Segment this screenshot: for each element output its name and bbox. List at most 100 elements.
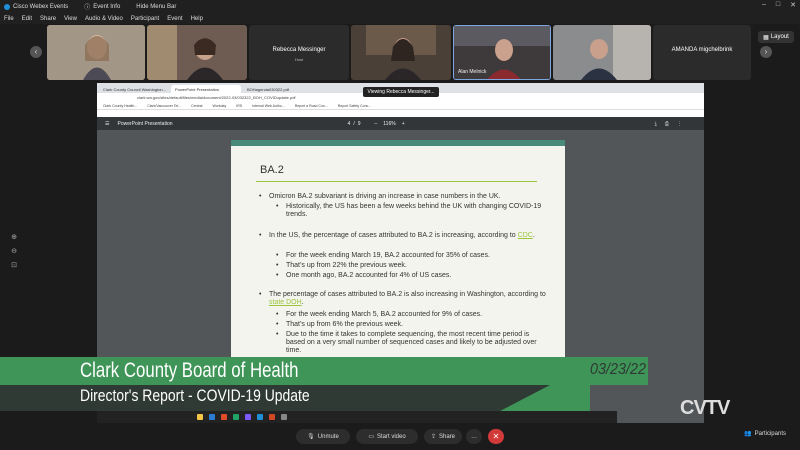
print-icon[interactable]: ⎙ [665, 121, 669, 127]
download-icon[interactable]: ⤓ [655, 121, 657, 127]
taskbar-app-icon [281, 414, 287, 420]
app-title: Cisco Webex Events [4, 3, 68, 10]
participant-video [553, 25, 651, 80]
menu-view[interactable]: View [64, 16, 77, 22]
video-tile[interactable] [147, 25, 247, 80]
state-doh-link[interactable]: state DOH [269, 299, 302, 306]
video-tile-active[interactable]: Alan Melnick [453, 25, 551, 80]
shared-taskbar [97, 411, 617, 423]
bookmark[interactable]: Clark County Health... [103, 104, 137, 108]
unmute-button[interactable]: 🎙 Unmute [296, 429, 350, 444]
lower-third-wedge [500, 385, 590, 411]
participants-button[interactable]: 👥 Participants [744, 430, 786, 438]
taskbar-app-icon [257, 414, 263, 420]
close-icon: ✕ [492, 432, 500, 441]
participants-label: Participants [754, 430, 786, 437]
menu-audio-video[interactable]: Audio & Video [85, 16, 123, 22]
window-controls: – □ ✕ [762, 1, 796, 9]
taskbar-app-icon [269, 414, 275, 420]
microphone-icon: 🎙 [307, 434, 315, 440]
page-count: 9 [357, 120, 361, 127]
taskbar-app-icon [209, 414, 215, 420]
lower-third-date: 03/23/22 [590, 361, 647, 378]
bullet: • Omicron BA.2 subvariant is driving an i… [259, 193, 501, 200]
sub-bullet: • That’s up from 6% the previous week. [276, 321, 403, 328]
share-icon: ⇪ [430, 434, 436, 440]
participant-name: Rebecca Messinger [272, 47, 326, 53]
browser-tab[interactable]: Clark County Council Washington... [99, 85, 169, 93]
more-icon: … [471, 433, 477, 440]
video-tile[interactable] [553, 25, 651, 80]
page-separator: / [353, 120, 355, 127]
bullet-text: In the US, the percentage of cases attri… [269, 232, 518, 239]
chevron-right-icon[interactable]: › [760, 46, 772, 58]
start-video-button[interactable]: ▭ Start video [356, 429, 418, 444]
lower-third: Clark County Board of Health Director's … [0, 357, 648, 411]
more-icon[interactable]: ⋮ [677, 121, 682, 127]
bookmark[interactable]: Internal Web Autho... [252, 104, 285, 108]
bookmark[interactable]: IRS [236, 104, 242, 108]
bookmarks-bar: Clark County Health... Clark/Vancouver T… [97, 102, 704, 110]
zoom-level[interactable]: 116% [383, 121, 395, 127]
share-button[interactable]: ⇪ Share [424, 429, 462, 444]
browser-tab-active[interactable]: PowerPoint Presentation [171, 85, 241, 93]
leave-button[interactable]: ✕ [488, 429, 504, 444]
menu-icon[interactable]: ☰ [105, 121, 109, 127]
bookmark[interactable]: Central [191, 104, 202, 108]
layout-label: Layout [770, 34, 789, 40]
camera-icon: ▭ [368, 434, 374, 440]
fit-icon[interactable]: ⊡ [11, 261, 17, 269]
bullet: • The percentage of cases attributed to B… [259, 291, 546, 306]
zoom-out-icon[interactable]: ⊖ [11, 247, 17, 255]
pdf-toolbar: ☰ PowerPoint Presentation 4 / 9 – 116% +… [97, 117, 704, 130]
sub-bullet: • Historically, the US has been a few wee… [276, 203, 542, 218]
page-number[interactable]: 4 [348, 121, 351, 127]
participant-strip: ‹ Rebecca Messinger Host Alan Melnick AM… [0, 24, 800, 82]
chevron-left-icon[interactable]: ‹ [30, 46, 42, 58]
hide-menu-bar-button[interactable]: Hide Menu Bar [136, 4, 176, 10]
more-options-button[interactable]: … [466, 429, 482, 444]
pdf-title: PowerPoint Presentation [117, 120, 173, 127]
bullet: • In the US, the percentage of cases attr… [259, 232, 535, 239]
event-info-button[interactable]: ⓘ Event Info [84, 2, 120, 12]
taskbar-app-icon [233, 414, 239, 420]
menu-participant[interactable]: Participant [131, 16, 159, 22]
cdc-link[interactable]: CDC [518, 232, 533, 239]
bullet-text: The percentage of cases attributed to BA… [269, 291, 546, 298]
bookmark[interactable]: Clark/Vancouver Tel... [147, 104, 181, 108]
unmute-label: Unmute [317, 433, 339, 440]
bookmark[interactable]: Workday [212, 104, 226, 108]
menu-share[interactable]: Share [40, 16, 56, 22]
info-icon: ⓘ [84, 5, 91, 11]
bullet-text: One month ago, BA.2 accounted for 4% of … [286, 272, 452, 279]
minimize-icon[interactable]: – [762, 1, 766, 9]
start-video-label: Start video [376, 433, 406, 440]
viewing-indicator: Viewing Rebecca Messinger... [363, 87, 439, 97]
bookmark[interactable]: Report a Road Con... [295, 104, 328, 108]
lower-third-title: Clark County Board of Health [80, 359, 299, 382]
taskbar-app-icon [245, 414, 251, 420]
layout-icon: ▦ [763, 34, 769, 41]
menu-edit[interactable]: Edit [22, 16, 32, 22]
video-tile[interactable] [351, 25, 451, 80]
sub-bullet: • For the week ending March 19, BA.2 acco… [276, 252, 490, 259]
bullet-text: Omicron BA.2 subvariant is driving an in… [269, 193, 501, 200]
zoom-tools: ⊕ ⊖ ⊡ [8, 233, 20, 283]
menu-file[interactable]: File [4, 16, 14, 22]
close-icon[interactable]: ✕ [790, 1, 796, 9]
zoom-in-icon[interactable]: + [402, 121, 405, 127]
menu-event[interactable]: Event [167, 16, 182, 22]
video-tile-off[interactable]: AMANDA migchelbrink [653, 25, 751, 80]
video-tile[interactable] [47, 25, 145, 80]
participant-name: Alan Melnick [458, 69, 487, 75]
people-icon: 👥 [744, 431, 752, 437]
menu-help[interactable]: Help [191, 16, 203, 22]
zoom-out-icon[interactable]: – [374, 121, 377, 127]
layout-button[interactable]: ▦ Layout [758, 31, 794, 43]
bookmark[interactable]: Report Safety Conc... [338, 104, 371, 108]
video-tile-off[interactable]: Rebecca Messinger Host [249, 25, 349, 80]
zoom-in-icon[interactable]: ⊕ [11, 233, 17, 241]
maximize-icon[interactable]: □ [776, 1, 780, 9]
browser-tab[interactable]: BOHagenda030322.pdf [243, 85, 313, 93]
participant-name: AMANDA migchelbrink [671, 47, 733, 53]
